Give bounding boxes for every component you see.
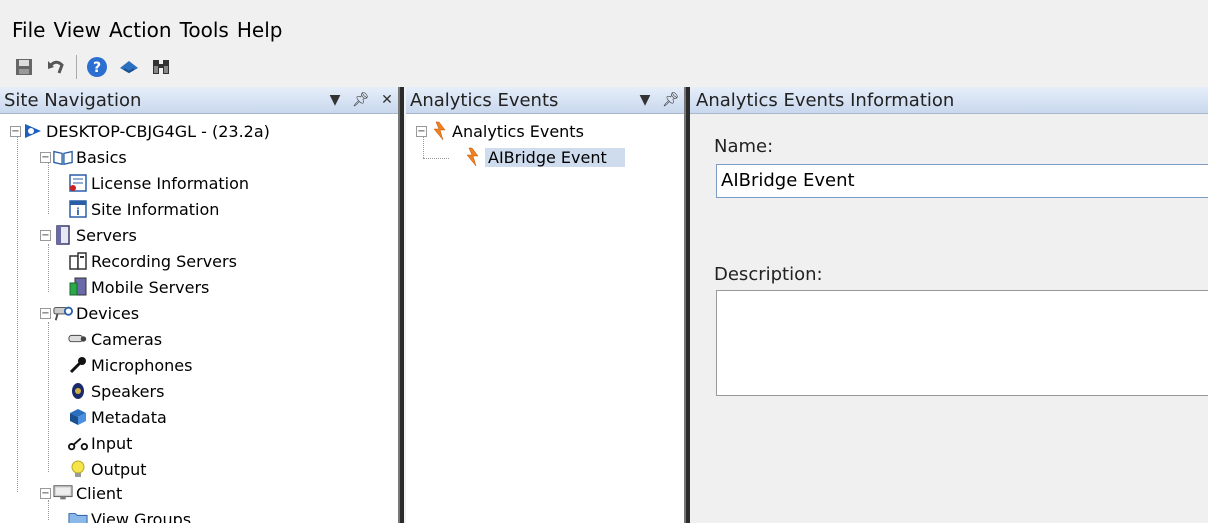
tree-node-output[interactable]: Output	[68, 456, 147, 482]
name-label: Name:	[714, 136, 774, 157]
tree-node-servers[interactable]: − Servers	[40, 222, 137, 248]
collapse-icon[interactable]: −	[416, 125, 427, 137]
menu-action[interactable]: Action	[109, 18, 172, 42]
license-icon	[68, 173, 88, 193]
svg-text:i: i	[76, 207, 79, 218]
folder-icon	[68, 509, 88, 523]
devices-icon	[53, 303, 73, 323]
description-label: Description:	[714, 264, 823, 285]
event-icon	[462, 147, 482, 167]
analytics-events-panel: − Analytics Events AIBridge Event	[406, 114, 684, 523]
analytics-events-header: Analytics Events ▼ 📌︎	[406, 87, 684, 114]
tree-node-basics[interactable]: − Basics	[40, 144, 127, 170]
speaker-icon	[68, 381, 88, 401]
pin-icon[interactable]: 📌︎	[348, 92, 374, 108]
menu-file[interactable]: File	[12, 18, 45, 42]
info-panel: Name: AIBridge Event Description:	[690, 114, 1208, 523]
help-icon[interactable]: ?	[85, 55, 109, 79]
binoculars-icon[interactable]	[149, 55, 173, 79]
tree-label-microphones: Microphones	[91, 355, 193, 375]
tree-label-analytics-events: Analytics Events	[452, 121, 584, 141]
tree-label-metadata: Metadata	[91, 407, 167, 427]
svg-text:?: ?	[93, 60, 101, 76]
tree-node-view-groups[interactable]: View Groups	[68, 506, 191, 523]
tree-label-cameras: Cameras	[91, 329, 163, 349]
dropdown-icon[interactable]: ▼	[632, 92, 658, 108]
tree-node-recording-servers[interactable]: Recording Servers	[68, 248, 237, 274]
tree-label-root: DESKTOP-CBJG4GL - (23.2a)	[46, 121, 270, 141]
toolbar-separator	[76, 55, 77, 79]
tree-label-client: Client	[76, 483, 123, 503]
tree-label-view-groups: View Groups	[91, 509, 192, 523]
collapse-icon[interactable]: −	[10, 125, 21, 137]
tools-icon[interactable]	[117, 55, 141, 79]
book-icon	[53, 147, 73, 167]
server-icon	[53, 225, 73, 245]
collapse-icon[interactable]: −	[40, 487, 51, 499]
tree-node-license[interactable]: License Information	[68, 170, 249, 196]
metadata-icon	[68, 407, 88, 427]
tree-label-devices: Devices	[76, 303, 140, 323]
tree-node-client[interactable]: − Client	[40, 480, 122, 506]
menu-view[interactable]: View	[53, 18, 100, 42]
tree-label-mobile-servers: Mobile Servers	[91, 277, 210, 297]
save-icon[interactable]	[12, 55, 36, 79]
monitor-icon	[53, 483, 73, 503]
undo-icon[interactable]	[44, 55, 68, 79]
recording-server-icon	[68, 251, 88, 271]
collapse-icon[interactable]: −	[40, 307, 51, 319]
tree-label-input: Input	[91, 433, 133, 453]
tree-label-basics: Basics	[76, 147, 127, 167]
tree-label-site-info: Site Information	[91, 199, 220, 219]
dropdown-icon[interactable]: ▼	[322, 92, 348, 108]
mobile-server-icon	[68, 277, 88, 297]
tree-node-devices[interactable]: − Devices	[40, 300, 139, 326]
tree-node-cameras[interactable]: Cameras	[68, 326, 162, 352]
tree-node-speakers[interactable]: Speakers	[68, 378, 164, 404]
menu-bar: File View Action Tools Help	[0, 12, 1208, 48]
input-icon	[68, 433, 88, 453]
tree-node-aibridge-event[interactable]: AIBridge Event	[462, 144, 625, 170]
tree-label-servers: Servers	[76, 225, 137, 245]
site-navigation-panel: − DESKTOP-CBJG4GL - (23.2a) − Basics Lic…	[0, 114, 398, 523]
info-title: Analytics Events Information	[696, 89, 955, 111]
site-info-icon: i	[68, 199, 88, 219]
splitter-left[interactable]	[398, 87, 404, 523]
site-icon	[23, 121, 43, 141]
tree-label-recording-servers: Recording Servers	[91, 251, 237, 271]
tree-node-metadata[interactable]: Metadata	[68, 404, 167, 430]
microphone-icon	[68, 355, 88, 375]
collapse-icon[interactable]: −	[40, 151, 51, 163]
event-icon	[429, 121, 449, 141]
site-navigation-title: Site Navigation	[4, 89, 142, 111]
camera-icon	[68, 329, 88, 349]
name-input[interactable]: AIBridge Event	[716, 164, 1208, 198]
menu-help[interactable]: Help	[237, 18, 283, 42]
tree-node-site-info[interactable]: i Site Information	[68, 196, 219, 222]
tree-node-mobile-servers[interactable]: Mobile Servers	[68, 274, 209, 300]
tree-node-microphones[interactable]: Microphones	[68, 352, 192, 378]
tree-node-root[interactable]: − DESKTOP-CBJG4GL - (23.2a)	[10, 118, 270, 144]
close-icon[interactable]: ✕	[374, 92, 400, 108]
lightbulb-icon	[68, 459, 88, 479]
info-header: Analytics Events Information	[690, 87, 1208, 114]
pin-icon[interactable]: 📌︎	[658, 92, 684, 108]
site-navigation-header: Site Navigation ▼ 📌︎ ✕	[0, 87, 400, 114]
tree-node-input[interactable]: Input	[68, 430, 132, 456]
tree-label-aibridge-event: AIBridge Event	[485, 147, 625, 167]
tree-label-license: License Information	[91, 173, 250, 193]
collapse-icon[interactable]: −	[40, 229, 51, 241]
toolbar: ?	[0, 52, 1208, 82]
analytics-events-title: Analytics Events	[410, 89, 559, 111]
tree-label-output: Output	[91, 459, 147, 479]
description-textarea[interactable]	[716, 290, 1208, 396]
tree-label-speakers: Speakers	[91, 381, 165, 401]
tree-node-analytics-events[interactable]: − Analytics Events	[416, 118, 584, 144]
menu-tools[interactable]: Tools	[180, 18, 229, 42]
